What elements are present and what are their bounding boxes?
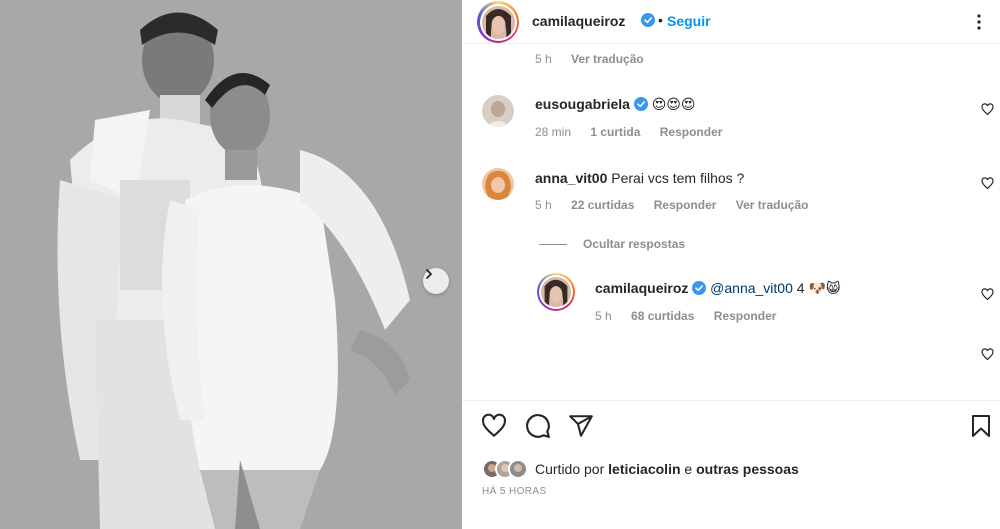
liked-by-prefix: Curtido por [535, 461, 605, 477]
reply-button[interactable]: Responder [714, 309, 777, 323]
reply-avatar[interactable] [537, 273, 575, 311]
comment-username[interactable]: eusougabriela [535, 96, 630, 112]
comment-text: Perai vcs tem filhos ? [611, 170, 745, 186]
reply-mention[interactable]: @anna_vit00 [710, 280, 793, 296]
heart-icon[interactable] [981, 288, 994, 301]
heart-icon[interactable] [981, 103, 994, 116]
liked-by-others[interactable]: outras pessoas [696, 461, 799, 477]
see-translation-link[interactable]: Ver tradução [571, 52, 644, 66]
follow-button[interactable]: Seguir [667, 13, 711, 29]
replies-divider [539, 244, 567, 245]
comment-body: anna_vit00 Perai vcs tem filhos ? [535, 170, 744, 186]
author-avatar[interactable] [477, 1, 519, 43]
more-icon[interactable] [970, 13, 988, 31]
liked-by-row[interactable]: Curtido por leticiacolin e outras pessoa… [482, 459, 799, 479]
verified-badge-icon [633, 97, 648, 111]
comment-username[interactable]: anna_vit00 [535, 170, 607, 186]
reply-button[interactable]: Responder [654, 198, 717, 212]
comments-list[interactable]: 5 h Ver tradução eusougabriela 😍😍😍 28 mi… [462, 44, 1000, 400]
comment-time: 5 h [535, 198, 552, 212]
reply-meta: 5 h 68 curtidas Responder [595, 309, 792, 323]
liked-by-and: e [684, 461, 693, 477]
reply-text: 4 🐶😸 [796, 280, 841, 296]
comment-body: eusougabriela 😍😍😍 [535, 96, 696, 113]
liker-avatar [508, 459, 528, 479]
author-avatar-image [481, 5, 515, 39]
comment-meta: 5 h 22 curtidas Responder Ver tradução [535, 198, 824, 212]
comment-avatar[interactable] [482, 95, 514, 127]
chevron-right-icon [426, 269, 432, 279]
header-separator: • [658, 12, 663, 28]
photo-illustration [0, 0, 462, 529]
heart-icon[interactable] [981, 348, 994, 361]
see-translation-link[interactable]: Ver tradução [736, 198, 809, 212]
verified-badge-icon [641, 13, 655, 27]
comment-likes[interactable]: 22 curtidas [571, 198, 634, 212]
post-photo[interactable] [0, 0, 462, 529]
liked-by-text: Curtido por leticiacolin e outras pessoa… [535, 461, 799, 477]
hide-replies-button[interactable]: Ocultar respostas [583, 237, 685, 251]
reply-button[interactable]: Responder [660, 125, 723, 139]
post-actions: Curtido por leticiacolin e outras pessoa… [462, 400, 1000, 529]
previous-comment-meta: 5 h Ver tradução [535, 52, 660, 66]
reply-body: camilaqueiroz @anna_vit00 4 🐶😸 [595, 280, 840, 297]
post-side-panel: camilaqueiroz • Seguir 5 h Ver tradução [462, 0, 1000, 529]
heart-icon[interactable] [981, 177, 994, 190]
reply-username[interactable]: camilaqueiroz [595, 280, 688, 296]
comment-time: 28 min [535, 125, 572, 139]
liked-by-user[interactable]: leticiacolin [608, 461, 680, 477]
like-heart-icon[interactable] [481, 413, 507, 439]
share-icon[interactable] [568, 413, 594, 439]
reply-likes[interactable]: 68 curtidas [631, 309, 694, 323]
commenter-avatar-image [482, 168, 514, 200]
reply-time: 5 h [595, 309, 612, 323]
commenter-avatar-image [482, 95, 514, 127]
comment-avatar[interactable] [482, 168, 514, 200]
verified-badge-icon [692, 281, 707, 295]
post-header: camilaqueiroz • Seguir [462, 0, 1000, 44]
bookmark-icon[interactable] [969, 413, 993, 439]
next-photo-button[interactable] [423, 268, 449, 294]
comment-time: 5 h [535, 52, 552, 66]
author-username[interactable]: camilaqueiroz [532, 13, 625, 29]
comment-icon[interactable] [525, 413, 551, 439]
comment-meta: 28 min 1 curtida Responder [535, 125, 738, 139]
post-timestamp[interactable]: HÁ 5 HORAS [482, 486, 547, 497]
comment-likes[interactable]: 1 curtida [590, 125, 640, 139]
reply-avatar-image [541, 277, 571, 307]
comment-text: 😍😍😍 [651, 96, 696, 112]
